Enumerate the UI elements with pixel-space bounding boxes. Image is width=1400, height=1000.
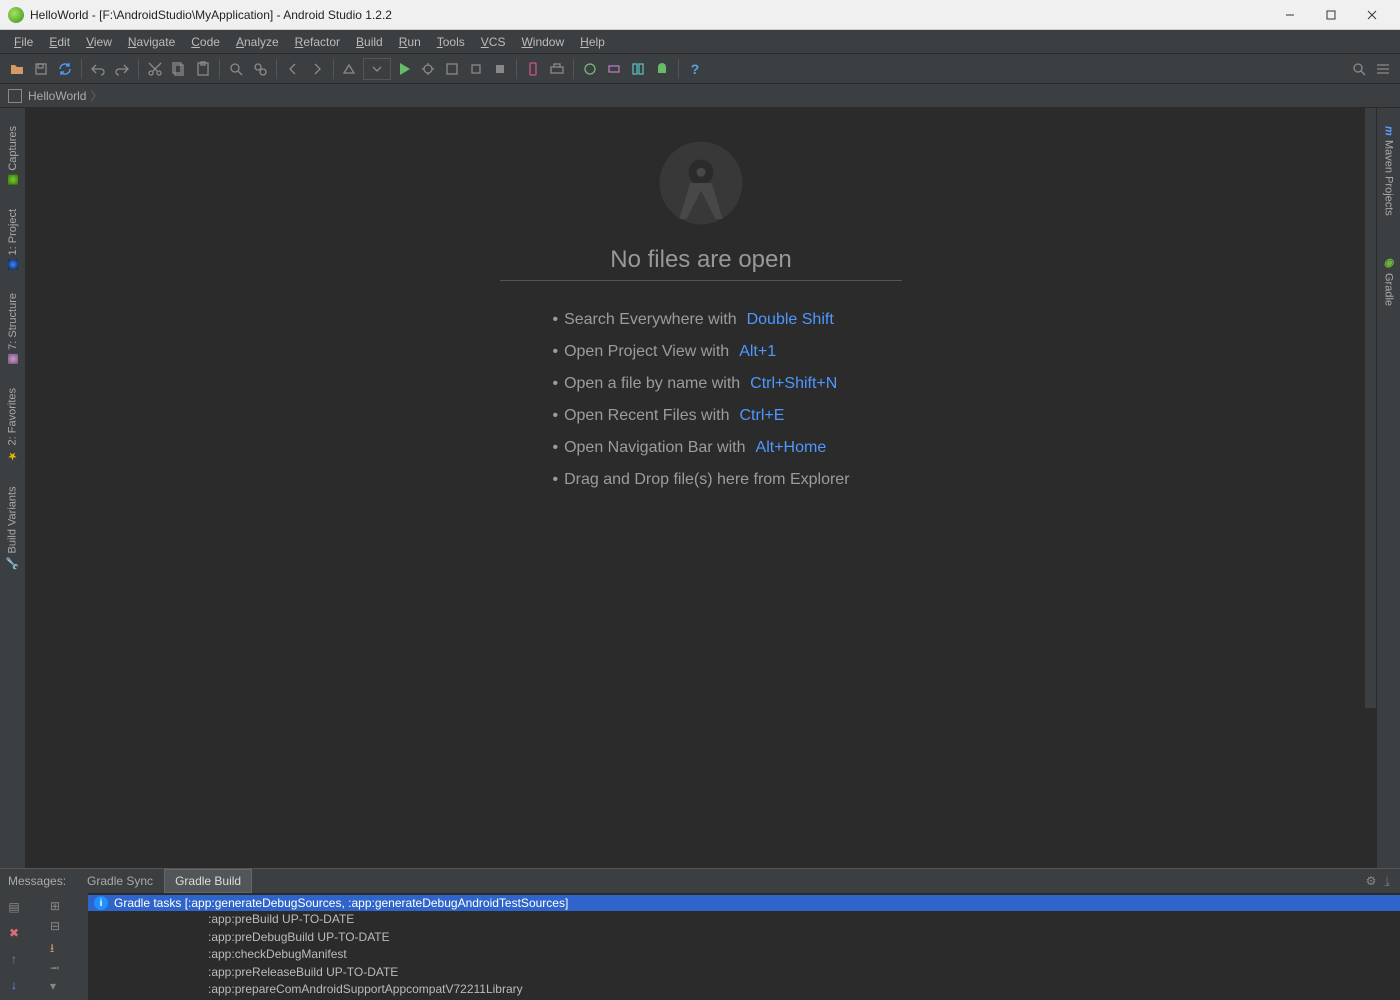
left-tab-build-variants[interactable]: 🔧Build Variants: [6, 476, 19, 581]
editor-scrollbar[interactable]: [1364, 108, 1376, 708]
menu-edit[interactable]: Edit: [41, 33, 78, 51]
empty-tip: • Open a file by name withCtrl+Shift+N: [552, 375, 849, 393]
help-icon[interactable]: ?: [684, 58, 706, 80]
build-output-line[interactable]: :app:preReleaseBuild UP-TO-DATE: [88, 964, 1400, 982]
project-folder-icon: [8, 89, 22, 103]
menu-code[interactable]: Code: [183, 33, 228, 51]
undo-icon[interactable]: [87, 58, 109, 80]
left-tab-captures[interactable]: Captures: [7, 116, 19, 195]
menu-tools[interactable]: Tools: [429, 33, 473, 51]
messages-tree-gutter: ⊞ ⊟ ⭳ ⭲ ▾: [28, 893, 88, 1000]
arrow-up-icon[interactable]: ↑: [6, 951, 22, 967]
search-everywhere-icon[interactable]: [1348, 58, 1370, 80]
redo-icon[interactable]: [111, 58, 133, 80]
run-icon[interactable]: [393, 58, 415, 80]
messages-tab-gradle-build[interactable]: Gradle Build: [164, 869, 252, 893]
debug-icon[interactable]: [417, 58, 439, 80]
replace-icon[interactable]: [249, 58, 271, 80]
menu-view[interactable]: View: [78, 33, 120, 51]
main-toolbar: ?: [0, 54, 1400, 84]
download-icon[interactable]: ⭳: [50, 939, 66, 955]
arrow-down-icon[interactable]: ↓: [6, 977, 22, 993]
messages-label: Messages:: [8, 874, 66, 888]
forward-icon[interactable]: [306, 58, 328, 80]
android-icon[interactable]: [651, 58, 673, 80]
menu-refactor[interactable]: Refactor: [287, 33, 348, 51]
left-tool-gutter: Captures 1: Project 7: Structure ★2: Favori…: [0, 108, 26, 868]
window-titlebar: HelloWorld - [F:\AndroidStudio\MyApplica…: [0, 0, 1400, 30]
empty-heading: No files are open: [500, 246, 901, 281]
left-tab-2-favorites[interactable]: ★2: Favorites: [6, 378, 19, 472]
menu-run[interactable]: Run: [391, 33, 429, 51]
minimize-button[interactable]: [1270, 2, 1310, 28]
toolbar-menu-icon[interactable]: [1372, 58, 1394, 80]
sync-icon[interactable]: [54, 58, 76, 80]
messages-settings-icon[interactable]: ⚙: [1366, 874, 1377, 889]
ddms-icon[interactable]: [579, 58, 601, 80]
build-output-line[interactable]: :app:preDebugBuild UP-TO-DATE: [88, 929, 1400, 947]
left-tab-7-structure[interactable]: 7: Structure: [7, 283, 19, 374]
collapse-all-icon[interactable]: ⊟: [50, 919, 66, 935]
chevron-right-icon: 〉: [90, 87, 102, 104]
messages-tab-gradle-sync[interactable]: Gradle Sync: [76, 869, 164, 893]
back-icon[interactable]: [282, 58, 304, 80]
find-icon[interactable]: [225, 58, 247, 80]
cut-icon[interactable]: [144, 58, 166, 80]
messages-left-gutter: ▤ ✖ ↑ ↓ ⤴ ?: [0, 893, 28, 1000]
attach-debugger-icon[interactable]: [465, 58, 487, 80]
filter-icon[interactable]: ▾: [50, 979, 66, 995]
menu-file[interactable]: File: [6, 33, 41, 51]
build-output-line[interactable]: :app:prepareComAndroidSupportAppcompatV7…: [88, 981, 1400, 999]
build-output-line[interactable]: :app:preBuild UP-TO-DATE: [88, 911, 1400, 929]
right-tab-gradle[interactable]: ◉Gradle: [1382, 246, 1395, 316]
empty-editor-placeholder: No files are open • Search Everywhere wi…: [26, 108, 1376, 868]
menu-build[interactable]: Build: [348, 33, 391, 51]
editor-area[interactable]: No files are open • Search Everywhere wi…: [26, 108, 1376, 868]
window-title: HelloWorld - [F:\AndroidStudio\MyApplica…: [30, 8, 1270, 22]
sdk-manager-icon[interactable]: [546, 58, 568, 80]
menu-window[interactable]: Window: [513, 33, 572, 51]
android-studio-logo-icon: [656, 138, 746, 228]
profile-icon[interactable]: [627, 58, 649, 80]
left-tab-1-project[interactable]: 1: Project: [7, 199, 19, 279]
empty-tip: • Search Everywhere withDouble Shift: [552, 311, 849, 329]
breadcrumb-project: HelloWorld: [28, 89, 86, 103]
save-all-icon[interactable]: [30, 58, 52, 80]
empty-tip: • Open Recent Files withCtrl+E: [552, 407, 849, 425]
run-config-dropdown[interactable]: [363, 58, 391, 80]
messages-tabbar: Messages: Gradle SyncGradle Build ⚙ ⥕: [0, 869, 1400, 893]
maximize-button[interactable]: [1311, 2, 1351, 28]
info-icon: i: [94, 896, 108, 910]
memory-monitor-icon[interactable]: [603, 58, 625, 80]
stop-icon[interactable]: [489, 58, 511, 80]
empty-tip: • Drag and Drop file(s) here from Explor…: [552, 471, 849, 489]
empty-tip: • Open Project View withAlt+1: [552, 343, 849, 361]
expand-all-icon[interactable]: ⊞: [50, 899, 66, 915]
right-tab-maven-projects[interactable]: mMaven Projects: [1383, 116, 1395, 226]
menu-analyze[interactable]: Analyze: [228, 33, 287, 51]
app-icon: [8, 7, 24, 23]
scroll-to-source-icon[interactable]: ▤: [6, 899, 22, 915]
open-icon[interactable]: [6, 58, 28, 80]
menubar: FileEditViewNavigateCodeAnalyzeRefactorB…: [0, 30, 1400, 54]
close-button[interactable]: [1352, 2, 1392, 28]
right-tool-gutter: mMaven Projects ◉Gradle: [1376, 108, 1400, 868]
gradle-task-header[interactable]: i Gradle tasks [:app:generateDebugSource…: [88, 895, 1400, 911]
copy-icon[interactable]: [168, 58, 190, 80]
messages-tree[interactable]: i Gradle tasks [:app:generateDebugSource…: [88, 893, 1400, 1000]
make-icon[interactable]: [339, 58, 361, 80]
autoscroll-icon[interactable]: ⭲: [50, 959, 66, 975]
menu-help[interactable]: Help: [572, 33, 613, 51]
menu-navigate[interactable]: Navigate: [120, 33, 183, 51]
build-output-line[interactable]: :app:checkDebugManifest: [88, 946, 1400, 964]
error-prev-icon[interactable]: ✖: [6, 925, 22, 941]
coverage-icon[interactable]: [441, 58, 463, 80]
avd-manager-icon[interactable]: [522, 58, 544, 80]
paste-icon[interactable]: [192, 58, 214, 80]
messages-hide-icon[interactable]: ⥕: [1384, 874, 1390, 889]
empty-tip: • Open Navigation Bar withAlt+Home: [552, 439, 849, 457]
menu-vcs[interactable]: VCS: [473, 33, 514, 51]
breadcrumb[interactable]: HelloWorld 〉: [0, 84, 1400, 108]
task-header-text: Gradle tasks [:app:generateDebugSources,…: [114, 896, 568, 910]
